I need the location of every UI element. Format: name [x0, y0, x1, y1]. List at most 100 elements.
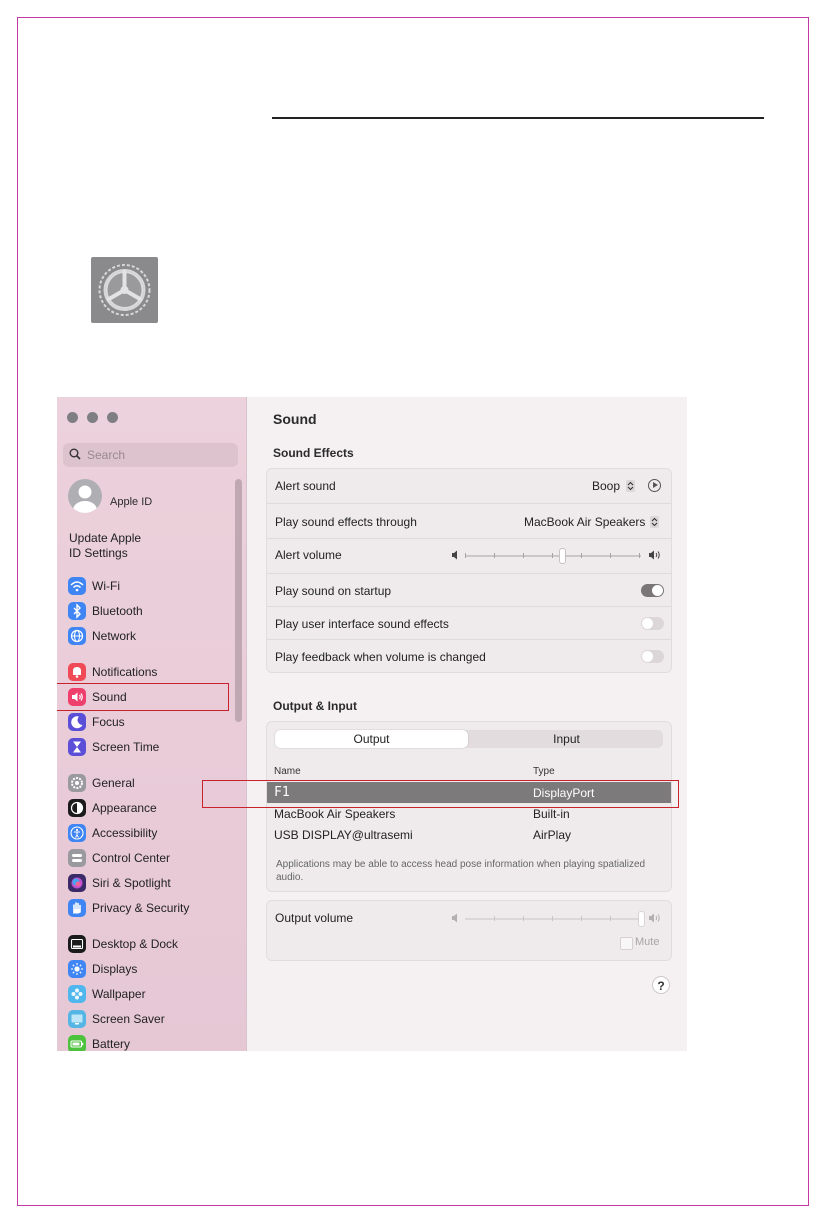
- output-volume-slider[interactable]: [465, 918, 641, 920]
- sidebar-item-accessibility[interactable]: Accessibility: [68, 822, 243, 844]
- update-line-1: Update Apple: [69, 531, 142, 545]
- sidebar-item-label: Screen Time: [92, 740, 160, 754]
- sidebar-item-label: Control Center: [92, 851, 171, 865]
- slider-tick: [610, 916, 611, 921]
- accessibility-icon: [68, 824, 86, 842]
- update-apple-id-settings[interactable]: Update Apple ID Settings: [69, 531, 189, 561]
- table-row[interactable]: USB DISPLAY@ultrasemi AirPlay: [267, 824, 671, 845]
- sidebar-item-focus[interactable]: Focus: [68, 711, 243, 733]
- chevron-updown-icon[interactable]: [626, 480, 635, 492]
- globe-icon: [68, 627, 86, 645]
- sidebar-item-label: Siri & Spotlight: [92, 876, 171, 890]
- siri-icon: [68, 874, 86, 892]
- play-through-popup[interactable]: MacBook Air Speakers: [524, 515, 645, 529]
- volume-feedback-row: Play feedback when volume is changed: [267, 639, 671, 673]
- slider-tick: [610, 553, 611, 558]
- slider-tick: [523, 553, 524, 558]
- sidebar-item-privacy-security[interactable]: Privacy & Security: [68, 897, 243, 919]
- control-center-icon: [68, 849, 86, 867]
- alert-volume-label: Alert volume: [275, 548, 342, 562]
- minimize-window-button[interactable]: [87, 412, 98, 423]
- apple-id-label[interactable]: Apple ID: [110, 496, 152, 508]
- bell-icon: [68, 663, 86, 681]
- sidebar-item-bluetooth[interactable]: Bluetooth: [68, 600, 243, 622]
- sidebar-item-label: Wallpaper: [92, 987, 146, 1001]
- output-volume-card: Output volume Mute: [266, 900, 672, 961]
- play-through-row: Play sound effects through MacBook Air S…: [267, 503, 671, 539]
- sidebar-item-screen-time[interactable]: Screen Time: [68, 736, 243, 758]
- main-pane: Sound Sound Effects Alert sound Boop Pla…: [247, 397, 687, 1051]
- device-type: Built-in: [533, 807, 570, 821]
- chevron-updown-icon[interactable]: [650, 516, 659, 528]
- sidebar-item-screen-saver[interactable]: Screen Saver: [68, 1008, 243, 1030]
- tab-output[interactable]: Output: [275, 730, 468, 748]
- ui-sound-effects-row: Play user interface sound effects: [267, 606, 671, 640]
- system-settings-window: Search Apple ID Update Apple ID Settings…: [57, 397, 687, 1051]
- system-settings-gear-icon: [91, 257, 158, 323]
- ui-sound-effects-toggle[interactable]: [641, 617, 664, 630]
- search-icon: [69, 448, 81, 460]
- alert-volume-knob[interactable]: [558, 548, 566, 564]
- alert-sound-popup[interactable]: Boop: [592, 479, 620, 493]
- mute-checkbox[interactable]: [620, 937, 633, 950]
- volume-high-icon: [649, 913, 660, 923]
- battery-icon: [68, 1035, 86, 1051]
- tab-input[interactable]: Input: [470, 730, 663, 748]
- sidebar-item-label: Desktop & Dock: [92, 937, 179, 951]
- help-button[interactable]: ?: [652, 976, 670, 994]
- flower-icon: [68, 985, 86, 1003]
- startup-sound-label: Play sound on startup: [275, 584, 392, 598]
- sidebar-item-battery[interactable]: Battery: [68, 1033, 243, 1051]
- sun-icon: [68, 960, 86, 978]
- sidebar-item-displays[interactable]: Displays: [68, 958, 243, 980]
- sidebar-item-wallpaper[interactable]: Wallpaper: [68, 983, 243, 1005]
- play-through-label: Play sound effects through: [275, 515, 417, 529]
- sidebar-item-label: Notifications: [92, 665, 158, 679]
- startup-sound-toggle[interactable]: [641, 584, 664, 597]
- update-line-2: ID Settings: [69, 546, 128, 560]
- volume-high-icon: [649, 550, 660, 560]
- column-header-type[interactable]: Type: [533, 766, 555, 777]
- sidebar-item-network[interactable]: Network: [68, 625, 243, 647]
- sidebar-item-label: Bluetooth: [92, 604, 143, 618]
- sidebar-item-label: Displays: [92, 962, 138, 976]
- sidebar-item-control-center[interactable]: Control Center: [68, 847, 243, 869]
- sidebar-item-label: Privacy & Security: [92, 901, 190, 915]
- sidebar-item-label: General: [92, 776, 135, 790]
- device-name: MacBook Air Speakers: [274, 807, 396, 821]
- volume-feedback-label: Play feedback when volume is changed: [275, 650, 486, 664]
- alert-volume-slider[interactable]: [465, 555, 641, 557]
- sidebar: Search Apple ID Update Apple ID Settings…: [57, 397, 247, 1051]
- output-volume-label: Output volume: [275, 911, 354, 925]
- avatar[interactable]: [68, 479, 102, 513]
- device-type: AirPlay: [533, 828, 572, 842]
- column-header-name[interactable]: Name: [274, 766, 301, 777]
- slider-tick: [581, 916, 582, 921]
- hourglass-icon: [68, 738, 86, 756]
- close-window-button[interactable]: [67, 412, 78, 423]
- slider-tick: [639, 553, 640, 558]
- search-placeholder: Search: [87, 448, 126, 462]
- sidebar-item-wifi[interactable]: Wi-Fi: [68, 575, 243, 597]
- output-volume-knob[interactable]: [638, 911, 645, 927]
- search-field[interactable]: Search: [63, 443, 238, 467]
- sidebar-item-label: Focus: [92, 715, 125, 729]
- sidebar-item-desktop-dock[interactable]: Desktop & Dock: [68, 933, 243, 955]
- zoom-window-button[interactable]: [107, 412, 118, 423]
- moon-icon: [68, 713, 86, 731]
- sidebar-item-label: Network: [92, 629, 137, 643]
- slider-tick: [523, 916, 524, 921]
- alert-sound-row: Alert sound Boop: [267, 469, 671, 503]
- sidebar-item-notifications[interactable]: Notifications: [68, 661, 243, 683]
- volume-feedback-toggle[interactable]: [641, 650, 664, 663]
- play-icon[interactable]: [648, 479, 661, 492]
- output-input-segmented-control: Output Input: [275, 730, 663, 748]
- output-input-heading: Output & Input: [273, 699, 357, 713]
- sidebar-item-label: Accessibility: [92, 826, 158, 840]
- dock-icon: [68, 935, 86, 953]
- sidebar-item-siri-spotlight[interactable]: Siri & Spotlight: [68, 872, 243, 894]
- wifi-icon: [68, 577, 86, 595]
- bluetooth-icon: [68, 602, 86, 620]
- slider-tick: [494, 916, 495, 921]
- sidebar-item-label: Appearance: [92, 801, 157, 815]
